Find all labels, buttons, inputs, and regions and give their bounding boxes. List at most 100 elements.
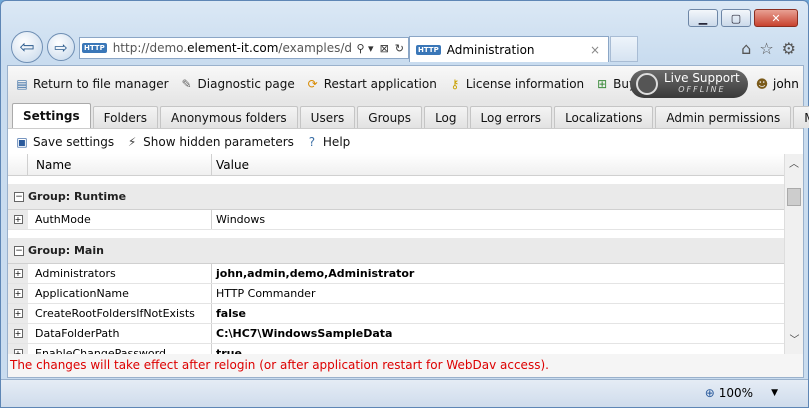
tab-localizations[interactable]: Localizations (554, 106, 654, 128)
user-icon: ☻ (755, 77, 769, 91)
tab-groups[interactable]: Groups (357, 106, 423, 128)
arrow-left-icon: ⇦ (19, 36, 35, 58)
setting-name: ApplicationName (28, 284, 212, 303)
gear-icon[interactable]: ⚙ (782, 39, 796, 58)
zoom-icon: ⊕ (704, 386, 715, 400)
setting-value[interactable]: true (212, 347, 784, 354)
group-row[interactable]: − Group: Main (8, 238, 784, 264)
address-icons: ⚲ ▾ ⊠ ↻ (352, 42, 408, 55)
navigation-bar: ⇦ ⇨ HTTP http://demo.element-it.com/exam… (7, 31, 808, 65)
live-support-status: OFFLINE (678, 85, 726, 94)
scroll-down-icon[interactable]: ﹀ (785, 330, 804, 346)
arrow-right-icon: ⇨ (54, 37, 68, 57)
table-row[interactable]: + CreateRootFoldersIfNotExists false (8, 304, 784, 324)
column-header-value[interactable]: Value (212, 154, 784, 175)
tab-settings[interactable]: Settings (12, 103, 91, 128)
compatibility-icon[interactable]: ⊠ (380, 42, 389, 55)
live-support-button[interactable]: Live Support OFFLINE (630, 70, 748, 98)
grid-header: Name Value (8, 154, 784, 176)
file-manager-icon: ▤ (16, 77, 28, 91)
restart-application-button[interactable]: ⟳ Restart application (305, 76, 437, 92)
page-content: ▤ Return to file manager ✎ Diagnostic pa… (7, 65, 809, 378)
group-title: Group: Runtime (28, 190, 127, 203)
expand-icon[interactable]: + (13, 349, 23, 354)
close-tab-icon[interactable]: × (590, 43, 600, 57)
browser-tab-administration[interactable]: HTTP Administration × (409, 36, 609, 62)
status-bar: ⊕ 100% ▼ (1, 379, 808, 407)
vertical-scrollbar[interactable]: ︿ ﹀ (784, 154, 803, 354)
settings-grid: Name Value − Group: Runtime + AuthMode W… (8, 154, 784, 354)
url-text[interactable]: http://demo.element-it.com/examples/de (113, 41, 353, 55)
live-support-icon (636, 73, 658, 95)
window-controls: ▁ ▢ ✕ (688, 9, 798, 27)
expand-icon[interactable]: + (13, 215, 23, 224)
address-bar[interactable]: HTTP http://demo.element-it.com/examples… (79, 37, 409, 59)
zoom-level: 100% (718, 386, 754, 400)
help-button[interactable]: ? Help (304, 134, 351, 150)
table-row[interactable]: + ApplicationName HTTP Commander (8, 284, 784, 304)
scrollbar-thumb[interactable] (787, 188, 801, 206)
chevron-down-icon[interactable]: ▼ (771, 388, 778, 398)
save-icon: ▣ (16, 134, 28, 149)
show-hidden-parameters-button[interactable]: ⚡ Show hidden parameters (124, 134, 294, 150)
license-information-button[interactable]: ⚷ License information (447, 76, 584, 92)
tab-admin-permissions[interactable]: Admin permissions (655, 106, 792, 128)
setting-value[interactable]: C:\HC7\WindowsSampleData (212, 327, 784, 340)
table-row[interactable]: + Administrators john,admin,demo,Adminis… (8, 264, 784, 284)
collapse-icon[interactable]: − (14, 245, 24, 256)
wrench-icon: ✎ (181, 77, 192, 91)
tab-log-errors[interactable]: Log errors (469, 106, 553, 128)
browser-tab-title: Administration (446, 42, 535, 57)
back-button[interactable]: ⇦ (11, 31, 43, 63)
save-settings-button[interactable]: ▣ Save settings (14, 134, 114, 150)
expand-icon[interactable]: + (13, 329, 23, 338)
hidden-parameters-icon: ⚡ (127, 134, 137, 149)
tab-folders[interactable]: Folders (92, 106, 158, 128)
expand-icon[interactable]: + (13, 289, 23, 298)
group-row[interactable]: − Group: Runtime (8, 184, 784, 210)
key-icon: ⚷ (450, 77, 460, 91)
restart-notice: The changes will take effect after relog… (10, 358, 549, 372)
table-row[interactable]: + AuthMode Windows (8, 210, 784, 230)
search-icon[interactable]: ⚲ ▾ (356, 42, 373, 55)
table-row[interactable]: + EnableChangePassword true (8, 344, 784, 354)
cart-icon: ⊞ (597, 77, 608, 91)
minimize-button[interactable]: ▁ (688, 9, 718, 27)
star-icon[interactable]: ☆ (759, 39, 773, 58)
home-icon[interactable]: ⌂ (741, 39, 751, 58)
new-tab-button[interactable] (610, 36, 638, 62)
tab-log[interactable]: Log (424, 106, 468, 128)
tab-misc[interactable]: Misc (793, 106, 809, 128)
browser-window: ▁ ▢ ✕ ⇦ ⇨ HTTP http://demo.element-it.co… (0, 0, 809, 408)
help-icon: ? (308, 134, 316, 149)
setting-name: Administrators (28, 264, 212, 283)
setting-value[interactable]: HTTP Commander (212, 287, 784, 300)
refresh-icon[interactable]: ↻ (395, 42, 404, 55)
admin-tabs: Settings Folders Anonymous folders Users… (8, 102, 809, 128)
restart-icon: ⟳ (307, 77, 318, 91)
user-name: john (773, 77, 799, 91)
user-menu[interactable]: ☻ john (754, 76, 799, 92)
browser-tools: ⌂ ☆ ⚙ (741, 39, 796, 58)
diagnostic-page-button[interactable]: ✎ Diagnostic page (179, 76, 295, 92)
setting-value[interactable]: false (212, 307, 784, 320)
setting-value[interactable]: Windows (212, 213, 784, 226)
forward-button[interactable]: ⇨ (47, 33, 75, 61)
http-badge: HTTP (82, 43, 107, 53)
collapse-icon[interactable]: − (14, 191, 24, 202)
http-badge: HTTP (416, 44, 441, 55)
maximize-button[interactable]: ▢ (721, 9, 751, 27)
expand-icon[interactable]: + (13, 269, 23, 278)
tab-anonymous-folders[interactable]: Anonymous folders (160, 106, 298, 128)
column-header-name[interactable]: Name (28, 154, 212, 175)
tab-users[interactable]: Users (299, 106, 356, 128)
setting-value[interactable]: john,admin,demo,Administrator (212, 267, 784, 280)
expand-icon[interactable]: + (13, 309, 23, 318)
zoom-control[interactable]: ⊕ 100% ▼ (705, 386, 778, 400)
setting-name: AuthMode (28, 210, 212, 229)
scroll-up-icon[interactable]: ︿ (785, 154, 803, 170)
return-to-file-manager-button[interactable]: ▤ Return to file manager (14, 76, 168, 92)
close-window-button[interactable]: ✕ (754, 9, 798, 27)
settings-toolbar: ▣ Save settings ⚡ Show hidden parameters… (8, 128, 803, 154)
table-row[interactable]: + DataFolderPath C:\HC7\WindowsSampleDat… (8, 324, 784, 344)
